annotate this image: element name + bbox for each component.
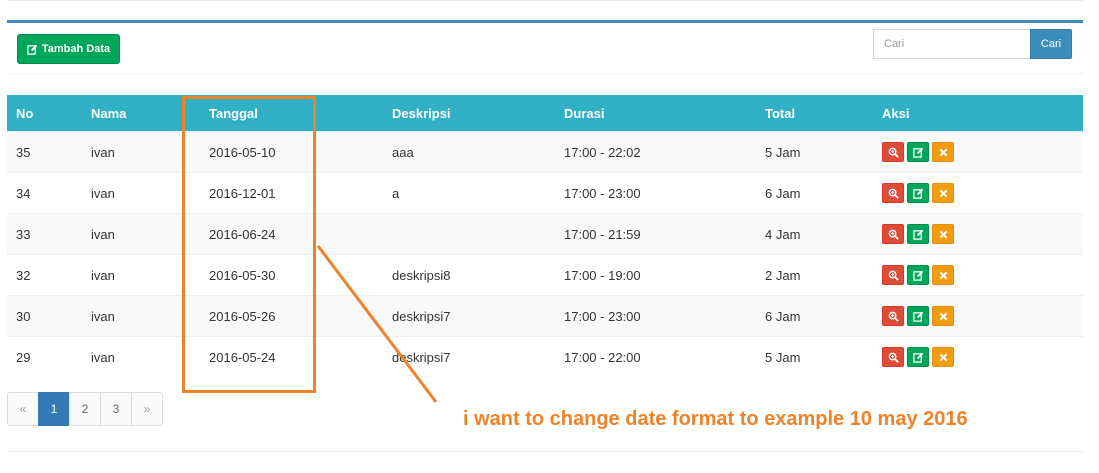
cell-no: 34 (7, 172, 82, 214)
cell-durasi: 17:00 - 23:00 (555, 295, 756, 337)
close-icon (939, 189, 948, 198)
edit-button[interactable] (907, 183, 929, 203)
edit-button[interactable] (907, 265, 929, 285)
cell-total: 4 Jam (756, 213, 873, 255)
cell-aksi (873, 336, 1083, 377)
cell-no: 29 (7, 336, 82, 377)
cell-durasi: 17:00 - 22:00 (555, 336, 756, 377)
pagination-page-1[interactable]: 1 (38, 392, 70, 426)
table-row: 33 ivan 2016-06-24 17:00 - 21:59 4 Jam (7, 213, 1083, 255)
edit-icon (912, 188, 924, 199)
edit-icon (27, 44, 38, 55)
column-header-aksi: Aksi (873, 95, 1083, 132)
close-icon (939, 230, 948, 239)
table-row: 29 ivan 2016-05-24 deskripsi7 17:00 - 22:00 5… (7, 336, 1083, 377)
cell-durasi: 17:00 - 23:00 (555, 172, 756, 214)
column-header-no[interactable]: No (7, 95, 82, 132)
edit-button[interactable] (907, 142, 929, 162)
cell-no: 30 (7, 295, 82, 337)
toolbar-divider (7, 73, 1083, 74)
close-icon (939, 353, 948, 362)
cell-durasi: 17:00 - 22:02 (555, 131, 756, 173)
edit-button[interactable] (907, 347, 929, 367)
column-header-total[interactable]: Total (756, 95, 873, 132)
add-data-button[interactable]: Tambah Data (17, 34, 120, 64)
edit-button[interactable] (907, 306, 929, 326)
pagination-prev[interactable]: « (7, 392, 39, 426)
pagination-page-3[interactable]: 3 (100, 392, 132, 426)
delete-button[interactable] (932, 142, 954, 162)
cell-no: 33 (7, 213, 82, 255)
zoom-in-icon (888, 270, 899, 281)
cell-aksi (873, 131, 1083, 173)
pagination-next[interactable]: » (131, 392, 163, 426)
view-button[interactable] (882, 265, 904, 285)
cell-durasi: 17:00 - 19:00 (555, 254, 756, 296)
delete-button[interactable] (932, 224, 954, 244)
bottom-divider (7, 451, 1083, 452)
cell-no: 32 (7, 254, 82, 296)
pagination-page-2[interactable]: 2 (69, 392, 101, 426)
column-header-durasi[interactable]: Durasi (555, 95, 756, 132)
cell-deskripsi: deskripsi7 (383, 295, 555, 337)
cell-no: 35 (7, 131, 82, 173)
add-data-label: Tambah Data (41, 43, 111, 55)
zoom-in-icon (888, 147, 899, 158)
cell-total: 5 Jam (756, 131, 873, 173)
zoom-in-icon (888, 311, 899, 322)
data-table: No Nama Tanggal Deskripsi Durasi Total A… (7, 95, 1083, 377)
table-row: 34 ivan 2016-12-01 a 17:00 - 23:00 6 Jam (7, 172, 1083, 214)
zoom-in-icon (888, 229, 899, 240)
column-header-deskripsi[interactable]: Deskripsi (383, 95, 555, 132)
cell-aksi (873, 254, 1083, 296)
close-icon (939, 148, 948, 157)
cell-total: 2 Jam (756, 254, 873, 296)
delete-button[interactable] (932, 265, 954, 285)
view-button[interactable] (882, 347, 904, 367)
top-divider (7, 0, 1083, 1)
zoom-in-icon (888, 352, 899, 363)
table-row: 30 ivan 2016-05-26 deskripsi7 17:00 - 23:00 6… (7, 295, 1083, 337)
annotation-highlight-box (182, 96, 316, 393)
close-icon (939, 312, 948, 321)
table-row: 35 ivan 2016-05-10 aaa 17:00 - 22:02 5 Jam (7, 131, 1083, 173)
edit-icon (912, 270, 924, 281)
cell-total: 6 Jam (756, 172, 873, 214)
table-row: 32 ivan 2016-05-30 deskripsi8 17:00 - 19:00 2… (7, 254, 1083, 296)
cell-aksi (873, 295, 1083, 337)
cell-total: 6 Jam (756, 295, 873, 337)
cell-durasi: 17:00 - 21:59 (555, 213, 756, 255)
table-header-row: No Nama Tanggal Deskripsi Durasi Total A… (7, 95, 1083, 132)
pagination: « 1 2 3 » (7, 392, 163, 426)
edit-icon (912, 352, 924, 363)
search-input[interactable] (873, 29, 1031, 59)
edit-icon (912, 147, 924, 158)
view-button[interactable] (882, 224, 904, 244)
delete-button[interactable] (932, 306, 954, 326)
edit-button[interactable] (907, 224, 929, 244)
panel-top-border (7, 20, 1083, 23)
search-button[interactable]: Cari (1030, 29, 1072, 59)
delete-button[interactable] (932, 347, 954, 367)
view-button[interactable] (882, 183, 904, 203)
annotation-text: i want to change date format to example … (463, 408, 968, 430)
cell-aksi (873, 213, 1083, 255)
close-icon (939, 271, 948, 280)
edit-icon (912, 229, 924, 240)
view-button[interactable] (882, 142, 904, 162)
cell-total: 5 Jam (756, 336, 873, 377)
cell-aksi (873, 172, 1083, 214)
cell-deskripsi: deskripsi8 (383, 254, 555, 296)
delete-button[interactable] (932, 183, 954, 203)
edit-icon (912, 311, 924, 322)
view-button[interactable] (882, 306, 904, 326)
zoom-in-icon (888, 188, 899, 199)
cell-deskripsi: a (383, 172, 555, 214)
cell-deskripsi (383, 213, 555, 255)
cell-deskripsi: deskripsi7 (383, 336, 555, 377)
cell-deskripsi: aaa (383, 131, 555, 173)
